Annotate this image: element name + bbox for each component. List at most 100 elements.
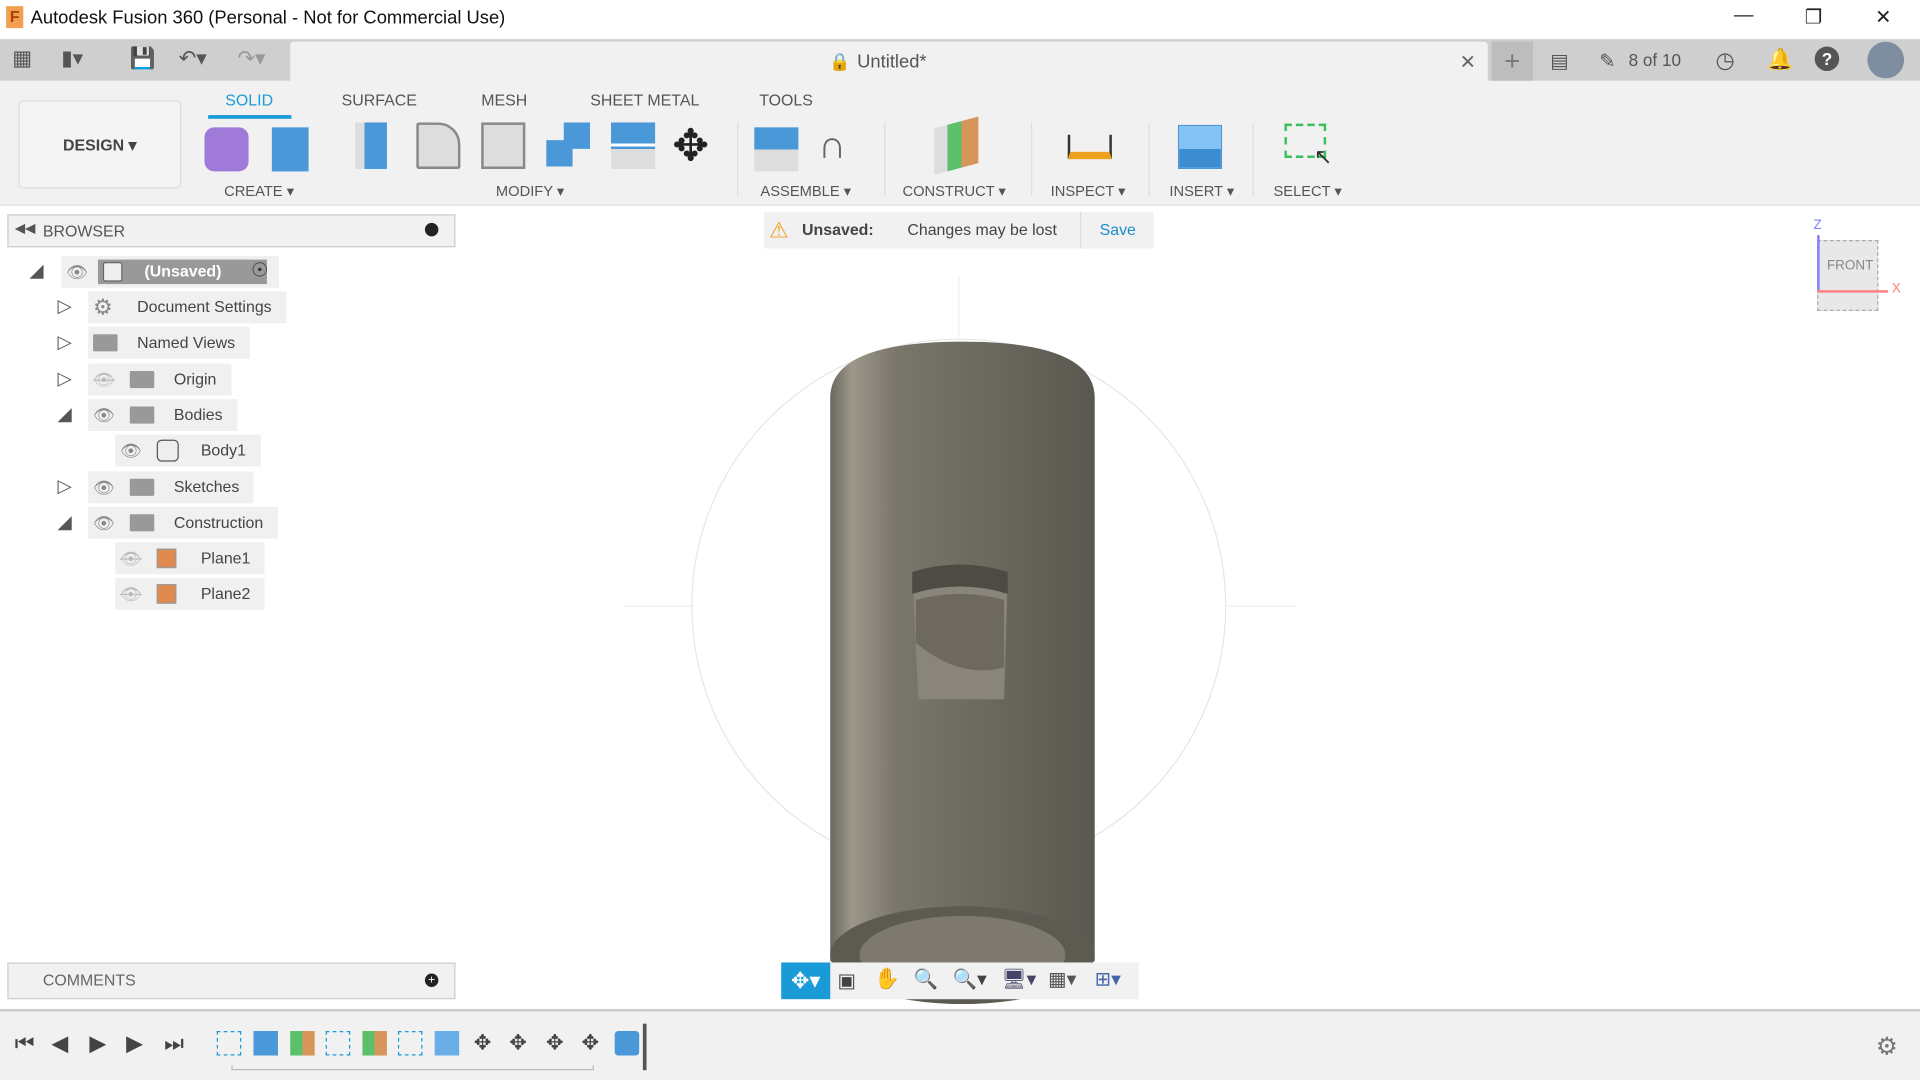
browser-item[interactable]: ⚙ Document Settings — [88, 291, 287, 324]
browser-panel-header[interactable]: ◀◀ BROWSER — [7, 214, 456, 248]
comment-icon[interactable]: ▤ — [1550, 49, 1569, 73]
timeline-move-icon[interactable]: ✥ — [542, 1031, 566, 1055]
jobs-count[interactable]: 8 of 10 — [1629, 50, 1681, 70]
zoom-icon[interactable]: 🔍 — [913, 967, 937, 991]
help-icon[interactable]: ? — [1814, 46, 1840, 72]
collapse-triangle-icon[interactable]: ◢ — [58, 510, 72, 533]
undo-icon[interactable]: ↶▾ — [179, 47, 207, 71]
expand-triangle-icon[interactable]: ▷ — [58, 367, 72, 389]
bell-icon[interactable]: 🔔 — [1767, 48, 1793, 72]
move-icon[interactable]: ✥ — [672, 120, 709, 171]
file-icon[interactable]: ▮▾ — [61, 47, 83, 71]
visibility-eye-icon[interactable]: 👁 — [93, 507, 115, 539]
expand-triangle-icon[interactable]: ▷ — [58, 331, 72, 353]
browser-root[interactable]: 👁 (Unsaved) ☉ — [61, 255, 280, 288]
select-menu[interactable]: SELECT ▾ — [1273, 182, 1341, 199]
close-window-button[interactable]: ✕ — [1865, 5, 1902, 29]
collapse-triangle-icon[interactable]: ◢ — [29, 260, 43, 282]
browser-item[interactable]: 👁 Plane2 — [115, 578, 266, 611]
play-icon[interactable]: ▶ — [89, 1031, 106, 1057]
grid-icon[interactable]: ▦ — [12, 47, 32, 71]
extrude-icon[interactable] — [271, 127, 309, 172]
timeline-plane-icon[interactable] — [290, 1031, 315, 1056]
browser-item[interactable]: 👁 Plane1 — [115, 542, 266, 575]
timeline-sketch-icon[interactable] — [397, 1031, 423, 1056]
expand-triangle-icon[interactable]: ▷ — [58, 295, 72, 317]
activate-radio-icon[interactable]: ☉ — [251, 256, 269, 288]
hidden-eye-icon[interactable]: 👁 — [93, 363, 115, 395]
visibility-eye-icon[interactable]: 👁 — [93, 399, 115, 431]
visibility-eye-icon[interactable]: 👁 — [120, 435, 142, 467]
step-forward-icon[interactable]: ▶ — [126, 1031, 143, 1057]
save-button[interactable]: Save — [1100, 212, 1136, 249]
clock-icon[interactable]: ◷ — [1716, 48, 1735, 74]
grid-settings-icon[interactable]: ▦▾ — [1048, 967, 1076, 991]
browser-item[interactable]: 👁 Origin — [88, 363, 232, 396]
timeline-cut-icon[interactable] — [434, 1031, 460, 1056]
restore-button[interactable]: ❐ — [1795, 5, 1832, 29]
comments-panel[interactable]: COMMENTS + — [7, 962, 456, 1000]
timeline-marker[interactable] — [642, 1023, 647, 1071]
redo-icon[interactable]: ↷▾ — [238, 47, 266, 71]
tab-sheet-metal[interactable]: SHEET METAL — [590, 91, 699, 109]
go-to-end-icon[interactable]: ⏭ — [164, 1031, 184, 1057]
3d-viewport[interactable] — [465, 251, 1920, 1005]
timeline-combine-icon[interactable] — [614, 1031, 640, 1056]
joint-icon[interactable]: ∩ — [818, 122, 846, 167]
minimize-browser-icon[interactable] — [424, 222, 439, 237]
timeline-move-icon[interactable]: ✥ — [578, 1031, 602, 1055]
display-settings-icon[interactable]: 🖥▾ — [1002, 967, 1037, 991]
new-tab-icon[interactable]: + — [1491, 41, 1534, 81]
browser-item[interactable]: 👁 Sketches — [88, 470, 255, 503]
minimize-button[interactable]: — — [1725, 5, 1762, 27]
press-pull-icon[interactable] — [355, 122, 387, 169]
create-menu[interactable]: CREATE ▾ — [224, 182, 294, 199]
save-icon[interactable]: 💾 — [130, 47, 156, 71]
view-cube[interactable]: FRONT — [1817, 240, 1879, 312]
close-tab-icon[interactable]: ✕ — [1460, 50, 1476, 74]
look-at-icon[interactable]: ▣ — [838, 969, 857, 993]
timeline-move-icon[interactable]: ✥ — [506, 1031, 530, 1055]
viewports-icon[interactable]: ⊞▾ — [1095, 967, 1121, 991]
construct-menu[interactable]: CONSTRUCT ▾ — [902, 182, 1005, 199]
fillet-icon[interactable] — [416, 122, 461, 169]
step-back-icon[interactable]: ◀ — [51, 1031, 68, 1057]
timeline-settings-gear-icon[interactable]: ⚙ — [1876, 1031, 1898, 1062]
new-component-assemble-icon[interactable] — [754, 127, 799, 172]
add-comment-icon[interactable]: + — [424, 973, 439, 987]
timeline-extrude-icon[interactable] — [253, 1031, 278, 1056]
assemble-menu[interactable]: ASSEMBLE ▾ — [760, 182, 851, 199]
expand-triangle-icon[interactable]: ▷ — [58, 474, 72, 497]
timeline-move-icon[interactable]: ✥ — [470, 1031, 494, 1055]
hidden-eye-icon[interactable]: 👁 — [120, 578, 142, 610]
avatar[interactable] — [1867, 41, 1905, 79]
offset-face-icon[interactable] — [611, 122, 656, 169]
browser-item[interactable]: 👁 Bodies — [88, 399, 238, 431]
shell-icon[interactable] — [481, 122, 526, 169]
insert-menu[interactable]: INSERT ▾ — [1169, 182, 1234, 199]
hidden-eye-icon[interactable]: 👁 — [120, 543, 142, 575]
browser-item[interactable]: Named Views — [88, 327, 250, 360]
visibility-eye-icon[interactable]: 👁 — [93, 471, 115, 503]
visibility-eye-icon[interactable]: 👁 — [66, 256, 88, 288]
insert-image-icon[interactable] — [1177, 124, 1223, 169]
timeline-plane-icon[interactable] — [362, 1031, 387, 1056]
orbit-icon[interactable]: ✥▾ — [781, 962, 831, 1000]
browser-item[interactable]: 👁 Body1 — [115, 434, 261, 467]
modify-menu[interactable]: MODIFY ▾ — [496, 182, 564, 199]
collapse-browser-icon[interactable]: ◀◀ — [15, 220, 36, 237]
tab-mesh[interactable]: MESH — [481, 91, 527, 109]
new-component-icon[interactable] — [204, 127, 249, 172]
tab-tools[interactable]: TOOLS — [759, 91, 813, 109]
tab-surface[interactable]: SURFACE — [342, 91, 417, 109]
timeline-sketch-icon[interactable] — [216, 1031, 242, 1056]
tab-solid[interactable]: SOLID — [225, 91, 273, 109]
pan-hand-icon[interactable]: ✋ — [874, 967, 900, 991]
inspect-menu[interactable]: INSPECT ▾ — [1051, 182, 1126, 199]
fit-icon[interactable]: 🔍▾ — [953, 967, 987, 991]
collapse-triangle-icon[interactable]: ◢ — [58, 403, 72, 425]
timeline-sketch-icon[interactable] — [325, 1031, 351, 1056]
browser-item[interactable]: 👁 Construction — [88, 506, 278, 539]
measure-icon[interactable] — [1067, 134, 1112, 160]
job-status-icon[interactable]: ✎ — [1599, 49, 1615, 73]
